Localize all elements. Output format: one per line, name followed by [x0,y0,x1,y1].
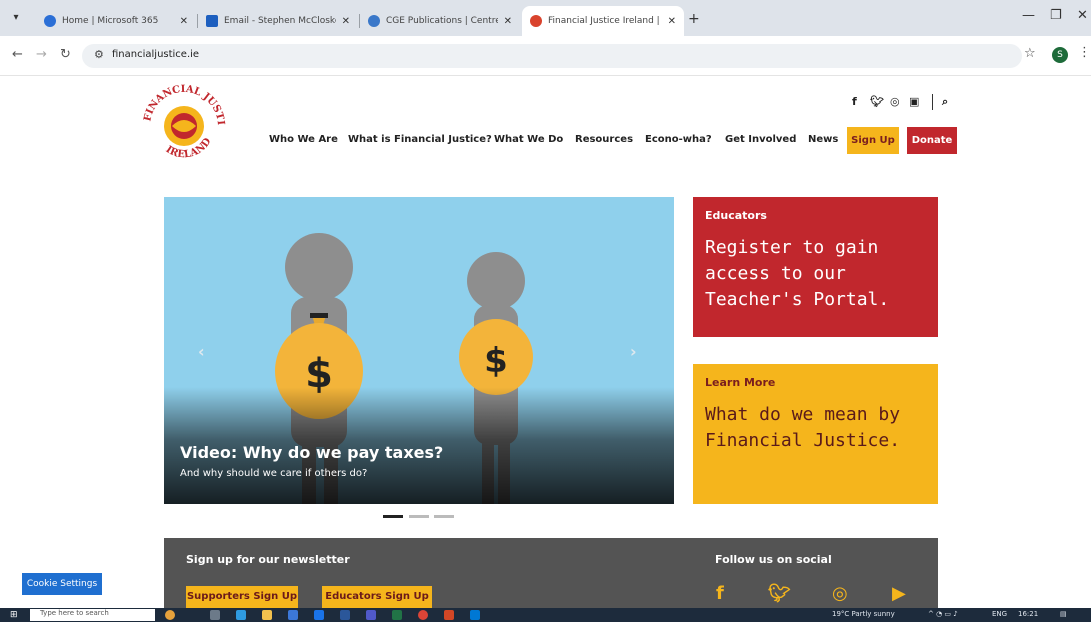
nav-news[interactable]: News [808,134,838,145]
hero-title[interactable]: Video: Why do we pay taxes? [180,443,443,462]
clock[interactable]: 16:21 [1018,610,1038,618]
teams-icon[interactable] [366,610,376,620]
close-tab-icon[interactable]: ✕ [668,16,676,27]
system-tray-icons[interactable]: ^ ◔ ▭ ♪ [928,610,958,618]
tab-email[interactable]: Email - Stephen McCloskey - O ✕ [198,6,358,36]
chrome-icon[interactable] [418,610,428,620]
file-explorer-icon[interactable] [262,610,272,620]
donate-button[interactable]: Donate [907,127,957,154]
footer-twitter-icon[interactable]: 🐦︎ [768,583,791,604]
browser-menu-icon[interactable]: ⋮ [1078,45,1091,60]
learn-more-card-text: What do we mean by Financial Justice. [705,404,901,451]
new-tab-icon[interactable]: + [688,11,700,27]
right-money-bag: $ [459,319,533,395]
browser-tab-strip: ▾ Home | Microsoft 365 ✕ Email - Stephen… [0,0,1091,36]
educators-card-text: Register to gain access to our Teacher's… [705,237,890,310]
newsletter-heading: Sign up for our newsletter [186,553,350,566]
excel-icon[interactable] [392,610,402,620]
outlook-icon[interactable] [470,610,480,620]
close-tab-icon[interactable]: ✕ [180,16,188,27]
address-bar[interactable]: ⚙ financialjustice.ie [82,44,1022,68]
educators-card[interactable]: Educators Register to gain access to our… [693,197,938,337]
site-settings-icon[interactable]: ⚙ [94,48,104,61]
tab-cge-publications[interactable]: CGE Publications | Centre for G ✕ [360,6,520,36]
footer-youtube-icon[interactable]: ▶ [892,583,906,604]
word-icon[interactable] [340,610,350,620]
address-url[interactable]: financialjustice.ie [112,49,199,60]
close-window-icon[interactable]: ✕ [1077,8,1088,23]
carousel-next-icon[interactable]: › [630,342,637,361]
bookmark-star-icon[interactable]: ☆ [1024,46,1036,61]
carousel-prev-icon[interactable]: ‹ [198,342,205,361]
globe-favicon-icon [368,15,380,27]
windows-start-icon[interactable]: ⊞ [10,610,18,620]
task-view-icon[interactable] [210,610,220,620]
windows-taskbar: ⊞ Type here to search 19°C Partly sunny … [0,608,1091,622]
hero-carousel[interactable]: $ $ ‹ › Video: Why do we pay taxes? And … [164,197,674,504]
supporters-sign-up-button[interactable]: Supporters Sign Up [186,586,298,608]
back-arrow-icon[interactable]: ← [12,47,23,62]
carousel-dot-2[interactable] [409,515,429,518]
carousel-dot-1[interactable] [383,515,403,518]
learn-more-card-tag: Learn More [705,376,776,389]
search-icon[interactable]: ⌕ [942,95,948,109]
tab-search-chevron-icon[interactable]: ▾ [8,10,24,26]
edge-icon[interactable] [236,610,246,620]
financial-justice-favicon-icon [530,15,542,27]
tab-financial-justice-ireland[interactable]: Financial Justice Ireland | Home ✕ [522,6,684,36]
newsletter-band: Sign up for our newsletter Supporters Si… [164,538,938,608]
tab-title: CGE Publications | Centre for G [386,16,498,26]
educators-card-tag: Educators [705,209,767,222]
tab-title: Email - Stephen McCloskey - O [224,16,336,26]
forward-arrow-icon[interactable]: → [36,47,47,62]
instagram-icon[interactable]: ◎ [890,95,900,108]
mail-icon[interactable] [314,610,324,620]
facebook-icon[interactable]: f [852,95,857,108]
profile-avatar[interactable]: S [1052,47,1068,63]
social-divider [932,94,933,110]
nav-get-involved[interactable]: Get Involved [725,134,796,145]
youtube-icon[interactable]: ▣ [909,95,919,108]
taskbar-search-input[interactable]: Type here to search [30,609,155,621]
microsoft-365-favicon-icon [44,15,56,27]
nav-who-we-are[interactable]: Who We Are [269,134,338,145]
financial-justice-ireland-logo[interactable]: FINANCIAL JUSTICE IRELAND [140,82,228,170]
close-tab-icon[interactable]: ✕ [504,16,512,27]
tab-microsoft-365[interactable]: Home | Microsoft 365 ✕ [36,6,196,36]
sign-up-button[interactable]: Sign Up [847,127,899,154]
nav-what-we-do[interactable]: What We Do [494,134,563,145]
hero-subtitle: And why should we care if others do? [180,468,368,479]
twitter-icon[interactable]: 🐦︎ [870,95,884,108]
reload-icon[interactable]: ↻ [60,47,71,62]
nav-resources[interactable]: Resources [575,134,633,145]
nav-econo-wha[interactable]: Econo-wha? [645,134,712,145]
powerpoint-icon[interactable] [444,610,454,620]
tab-title: Financial Justice Ireland | Home [548,16,662,26]
browser-toolbar: ← → ↻ ⚙ financialjustice.ie ☆ S ⋮ [0,36,1091,76]
restore-icon[interactable]: ❐ [1050,8,1062,23]
notifications-icon[interactable]: ▤ [1060,610,1067,618]
learn-more-card[interactable]: Learn More What do we mean by Financial … [693,364,938,504]
weather-status[interactable]: 19°C Partly sunny [832,610,895,618]
educators-sign-up-button[interactable]: Educators Sign Up [322,586,432,608]
footer-instagram-icon[interactable]: ◎ [832,583,848,604]
outlook-favicon-icon [206,15,218,27]
nav-what-is-financial-justice[interactable]: What is Financial Justice? [348,134,492,145]
minimize-icon[interactable]: — [1022,8,1035,23]
language-indicator[interactable]: ENG [992,610,1007,618]
cookie-settings-button[interactable]: Cookie Settings [22,573,102,595]
store-icon[interactable] [288,610,298,620]
close-tab-icon[interactable]: ✕ [342,16,350,27]
footer-facebook-icon[interactable]: f [716,583,724,604]
follow-us-heading: Follow us on social [715,553,832,566]
carousel-dot-3[interactable] [434,515,454,518]
cortana-icon[interactable] [165,610,175,620]
taskbar-search-placeholder: Type here to search [40,609,109,617]
tab-title: Home | Microsoft 365 [62,16,159,26]
svg-text:$: $ [484,341,508,381]
